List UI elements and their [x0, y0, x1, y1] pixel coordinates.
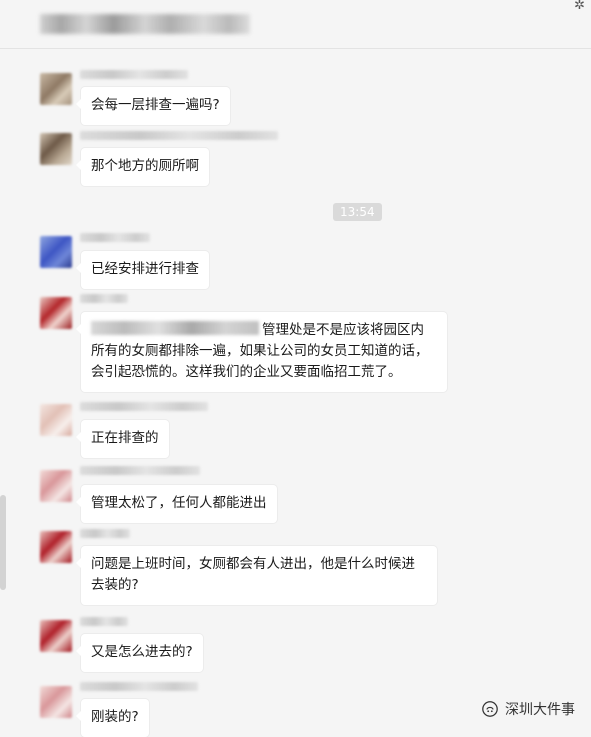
sender-name-redacted: [80, 70, 188, 79]
message-bubble[interactable]: 管理处是不是应该将园区内所有的女厕都排除一遍，如果让公司的女员工知道的话，会引起…: [76, 312, 447, 392]
chat-title-bar: ✲: [0, 0, 591, 49]
message-bubble[interactable]: 会每一层排查一遍吗?: [76, 87, 230, 125]
sender-name-redacted: [80, 682, 198, 691]
avatar[interactable]: [40, 297, 72, 329]
message-bubble[interactable]: 那个地方的厕所啊: [76, 148, 209, 186]
pin-icon[interactable]: ✲: [574, 0, 585, 13]
avatar[interactable]: [40, 133, 72, 165]
avatar[interactable]: [40, 470, 72, 502]
message-bubble[interactable]: 问题是上班时间，女厕都会有人进出，他是什么时候进去装的?: [76, 546, 437, 605]
sender-name-redacted: [80, 233, 150, 242]
message-bubble[interactable]: 管理太松了，任何人都能进出: [76, 485, 277, 523]
avatar[interactable]: [40, 686, 72, 718]
watermark-text: 深圳大件事: [505, 702, 575, 718]
sender-name-redacted: [80, 529, 130, 538]
time-separator: 13:54: [333, 203, 382, 221]
avatar[interactable]: [40, 73, 72, 105]
message-bubble[interactable]: 正在排查的: [76, 420, 169, 458]
message-bubble[interactable]: 又是怎么进去的?: [76, 634, 203, 672]
mention-redacted: [91, 321, 259, 335]
avatar[interactable]: [40, 404, 72, 436]
wechat-official-account-icon: [482, 701, 498, 717]
avatar[interactable]: [40, 236, 72, 268]
sender-name-redacted: [80, 294, 128, 303]
message-bubble[interactable]: 刚装的?: [76, 699, 149, 737]
message-text-rest: 有的女厕都排除一遍，如果让公司的女员工知道的话，会引起恐慌的。这样我们的企业又要…: [91, 343, 429, 380]
sender-name-redacted: [80, 402, 208, 411]
sender-name-redacted: [80, 131, 278, 140]
sender-name-redacted: [80, 466, 200, 475]
message-bubble[interactable]: 已经安排进行排查: [76, 251, 209, 289]
avatar[interactable]: [40, 531, 72, 563]
chat-title-redacted: [40, 14, 250, 34]
sender-name-redacted: [80, 617, 128, 626]
scrollbar-thumb[interactable]: [0, 495, 6, 590]
avatar[interactable]: [40, 620, 72, 652]
watermark: 深圳大件事: [481, 699, 575, 719]
